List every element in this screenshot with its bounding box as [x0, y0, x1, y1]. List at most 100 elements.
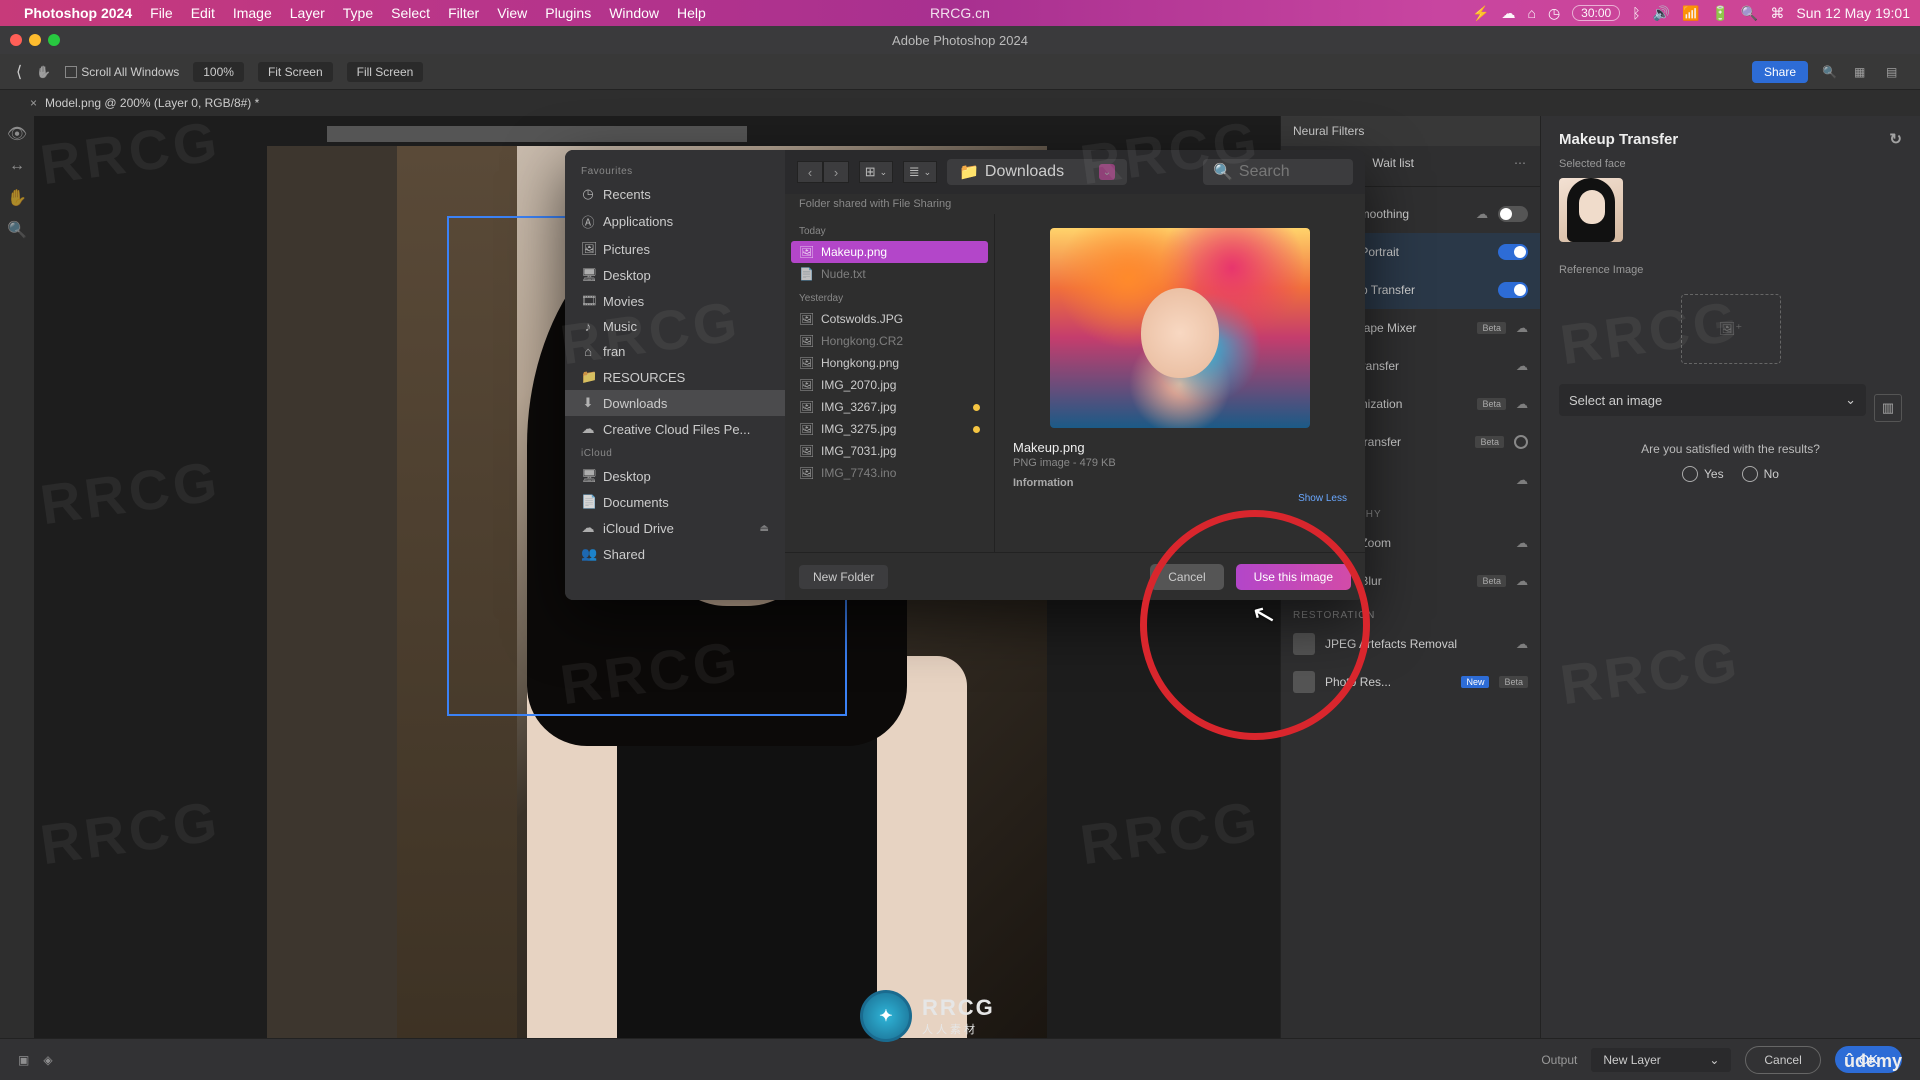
cloud-icon: ☁ — [1516, 574, 1528, 588]
minimize-window-icon[interactable] — [29, 34, 41, 46]
zoom-percentage[interactable]: 100% — [193, 62, 244, 82]
satisfied-no[interactable]: No — [1742, 466, 1779, 482]
fit-screen-button[interactable]: Fit Screen — [258, 62, 333, 82]
preview-filename: Makeup.png — [1013, 440, 1347, 455]
filter-photo-restoration[interactable]: Photo Res... New Beta — [1281, 663, 1540, 701]
picker-sidebar[interactable]: Favourites ◷Recents ⒶApplications 🖼Pictu… — [565, 150, 785, 600]
eject-icon[interactable]: ⏏ — [760, 523, 769, 534]
menu-edit[interactable]: Edit — [191, 5, 215, 21]
browse-image-button[interactable]: ▥ — [1874, 394, 1902, 422]
file-item[interactable]: 🖼Makeup.png — [791, 241, 988, 263]
layers-icon[interactable]: ◈ — [43, 1053, 52, 1067]
close-tab-icon[interactable]: × — [30, 96, 37, 110]
sidebar-recents[interactable]: ◷Recents — [565, 181, 785, 207]
menu-window[interactable]: Window — [609, 5, 659, 21]
document-tab-label[interactable]: Model.png @ 200% (Layer 0, RGB/8#) * — [45, 96, 259, 110]
picker-cancel-button[interactable]: Cancel — [1150, 564, 1223, 590]
sidebar-icloud-shared[interactable]: 👥Shared — [565, 541, 785, 567]
app-name[interactable]: Photoshop 2024 — [24, 5, 132, 21]
filter-jpeg-artefacts[interactable]: JPEG Artefacts Removal ☁ — [1281, 625, 1540, 663]
menu-help[interactable]: Help — [677, 5, 706, 21]
hand-tool-icon[interactable]: ✋ — [36, 65, 51, 79]
file-item[interactable]: 🖼Hongkong.png — [785, 352, 994, 374]
preview-icon[interactable]: ▣ — [18, 1053, 29, 1067]
sidebar-resources[interactable]: 📁RESOURCES — [565, 364, 785, 390]
toggle[interactable] — [1498, 244, 1528, 260]
search-icon[interactable]: 🔍 — [1741, 5, 1758, 22]
sidebar-icloud-documents[interactable]: 📄Documents — [565, 489, 785, 515]
menu-filter[interactable]: Filter — [448, 5, 479, 21]
file-list-column[interactable]: Today 🖼Makeup.png 📄Nude.txt Yesterday 🖼C… — [785, 214, 995, 552]
zoom-tool-icon[interactable]: 🔍 — [7, 220, 27, 240]
reference-image-dropzone[interactable]: 🖼⁺ — [1681, 294, 1781, 364]
scroll-all-checkbox[interactable]: Scroll All Windows — [65, 65, 179, 79]
image-placeholder-icon: 🖼⁺ — [1719, 321, 1742, 337]
menu-type[interactable]: Type — [343, 5, 373, 21]
satisfaction-prompt: Are you satisfied with the results? — [1559, 442, 1902, 456]
filter-thumb — [1293, 671, 1315, 693]
panel-icon[interactable]: ▤ — [1886, 65, 1904, 79]
toggle[interactable] — [1498, 206, 1528, 222]
menu-file[interactable]: File — [150, 5, 173, 21]
picker-footer: New Folder Cancel Use this image — [785, 552, 1365, 600]
search-icon[interactable]: 🔍 — [1822, 65, 1840, 79]
fill-screen-button[interactable]: Fill Screen — [347, 62, 424, 82]
file-item[interactable]: 🖼Hongkong.CR2 — [785, 330, 994, 352]
file-item[interactable]: 🖼Cotswolds.JPG — [785, 308, 994, 330]
toggle[interactable] — [1498, 282, 1528, 298]
chevron-down-icon[interactable]: ⌄ — [1099, 164, 1115, 180]
new-folder-button[interactable]: New Folder — [799, 565, 888, 589]
image-icon: 🖼 — [799, 334, 813, 348]
output-select[interactable]: New Layer⌄ — [1591, 1048, 1731, 1072]
sidebar-music[interactable]: ♪Music — [565, 314, 785, 339]
sidebar-pictures[interactable]: 🖼Pictures — [565, 236, 785, 262]
file-item[interactable]: 🖼IMG_2070.jpg — [785, 374, 994, 396]
sidebar-cc-files[interactable]: ☁Creative Cloud Files Pe... — [565, 416, 785, 442]
show-less-link[interactable]: Show Less — [1298, 493, 1347, 504]
clock[interactable]: Sun 12 May 19:01 — [1796, 5, 1910, 21]
sidebar-applications[interactable]: ⒶApplications — [565, 207, 785, 236]
workspace-icon[interactable]: ▦ — [1854, 65, 1872, 79]
tab-wait-list[interactable]: Wait list — [1372, 156, 1414, 176]
sidebar-icloud-desktop[interactable]: 🖥Desktop — [565, 463, 785, 489]
move-tool-icon[interactable]: ↔ — [7, 156, 27, 176]
sidebar-downloads[interactable]: ⬇Downloads — [565, 390, 785, 416]
file-item[interactable]: 🖼IMG_3267.jpg — [785, 396, 994, 418]
left-toolbar: 👁 ↔ ✋ 🔍 — [0, 116, 34, 1080]
nav-forward-button[interactable]: › — [823, 161, 849, 183]
folder-icon: 📁 — [581, 369, 595, 385]
eye-tool-icon[interactable]: 👁 — [7, 124, 27, 144]
menu-view[interactable]: View — [497, 5, 527, 21]
home-icon[interactable]: ⟨ — [16, 62, 22, 82]
maximize-window-icon[interactable] — [48, 34, 60, 46]
control-center-icon[interactable]: ⌘ — [1770, 5, 1784, 22]
file-item[interactable]: 📄Nude.txt — [785, 263, 994, 285]
toggle-off-icon[interactable] — [1514, 435, 1528, 449]
menu-select[interactable]: Select — [391, 5, 430, 21]
cancel-button[interactable]: Cancel — [1745, 1046, 1820, 1074]
sidebar-movies[interactable]: 🎞Movies — [565, 288, 785, 314]
share-button[interactable]: Share — [1752, 61, 1808, 83]
view-list-button[interactable]: ≣⌄ — [903, 161, 937, 183]
nav-back-button[interactable]: ‹ — [797, 161, 823, 183]
menu-layer[interactable]: Layer — [290, 5, 325, 21]
view-columns-button[interactable]: ⊞⌄ — [859, 161, 893, 183]
hand-tool-icon[interactable]: ✋ — [7, 188, 27, 208]
sidebar-fran[interactable]: ⌂fran — [565, 339, 785, 364]
menu-plugins[interactable]: Plugins — [545, 5, 591, 21]
menu-image[interactable]: Image — [233, 5, 272, 21]
sidebar-icloud-drive[interactable]: ☁iCloud Drive⏏ — [565, 515, 785, 541]
sidebar-desktop[interactable]: 🖥Desktop — [565, 262, 785, 288]
selected-face-thumbnail[interactable] — [1559, 178, 1623, 242]
use-this-image-button[interactable]: Use this image — [1236, 564, 1351, 590]
close-window-icon[interactable] — [10, 34, 22, 46]
satisfied-yes[interactable]: Yes — [1682, 466, 1724, 482]
search-input[interactable]: 🔍 Search — [1203, 159, 1353, 185]
file-item[interactable]: 🖼IMG_7743.ino — [785, 462, 994, 484]
file-item[interactable]: 🖼IMG_7031.jpg — [785, 440, 994, 462]
file-item[interactable]: 🖼IMG_3275.jpg — [785, 418, 994, 440]
reference-image-select[interactable]: Select an image ⌄ — [1559, 384, 1866, 416]
more-icon[interactable]: ⋯ — [1514, 156, 1526, 176]
reset-icon[interactable]: ↻ — [1889, 130, 1902, 148]
breadcrumb[interactable]: 📁 Downloads ⌄ — [947, 159, 1127, 185]
